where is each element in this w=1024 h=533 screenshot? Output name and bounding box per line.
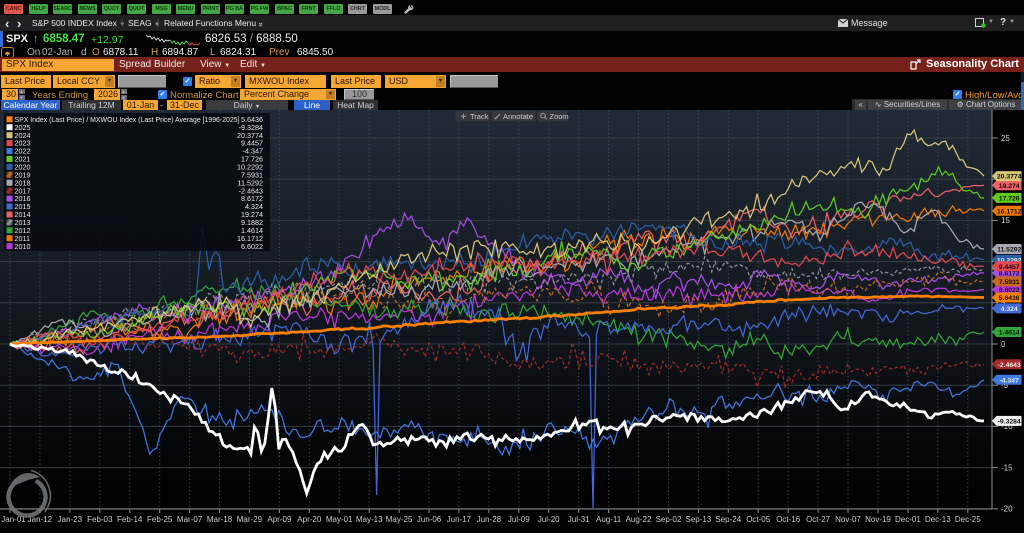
svg-text:Jun-06: Jun-06 [417, 515, 442, 524]
svg-text:Oct-05: Oct-05 [746, 515, 771, 524]
svg-text:Track: Track [470, 112, 489, 121]
svg-text:20.3774: 20.3774 [997, 174, 1022, 181]
svg-text:SPX Index (Last Price) / MXWOU: SPX Index (Last Price) / MXWOU Index (La… [15, 115, 240, 124]
svg-text:Jul-20: Jul-20 [538, 515, 560, 524]
svg-text:Zoom: Zoom [550, 112, 569, 121]
svg-text:Dec-25: Dec-25 [955, 515, 981, 524]
svg-text:-20: -20 [1001, 505, 1013, 514]
svg-text:6.6022: 6.6022 [241, 242, 263, 251]
svg-text:Dec-13: Dec-13 [925, 515, 951, 524]
svg-text:2010: 2010 [15, 242, 31, 251]
svg-text:Annotate: Annotate [503, 112, 533, 121]
svg-text:-4.347: -4.347 [1000, 377, 1019, 384]
svg-text:Sep-13: Sep-13 [686, 515, 712, 524]
svg-text:4.324: 4.324 [1001, 306, 1018, 313]
svg-text:17.726: 17.726 [999, 196, 1020, 203]
svg-text:15: 15 [1001, 216, 1010, 225]
svg-text:May-01: May-01 [326, 515, 353, 524]
svg-text:Jun-28: Jun-28 [477, 515, 502, 524]
svg-text:Jul-09: Jul-09 [508, 515, 530, 524]
svg-text:Jan-23: Jan-23 [58, 515, 83, 524]
svg-text:-15: -15 [1001, 463, 1013, 472]
svg-text:Aug-11: Aug-11 [596, 515, 622, 524]
svg-text:Nov-07: Nov-07 [835, 515, 861, 524]
svg-text:Mar-18: Mar-18 [207, 515, 233, 524]
svg-text:1.4614: 1.4614 [999, 330, 1020, 337]
svg-text:7.5931: 7.5931 [999, 279, 1020, 286]
svg-text:Feb-03: Feb-03 [87, 515, 113, 524]
svg-text:25: 25 [1001, 134, 1010, 143]
svg-text:19.274: 19.274 [999, 183, 1020, 190]
svg-text:Dec-01: Dec-01 [895, 515, 921, 524]
svg-text:Mar-07: Mar-07 [177, 515, 203, 524]
svg-text:11.5292: 11.5292 [997, 247, 1021, 254]
svg-text:0: 0 [1001, 340, 1006, 349]
svg-text:-2.4643: -2.4643 [998, 362, 1021, 369]
svg-text:Sep-02: Sep-02 [656, 515, 682, 524]
svg-text:Apr-09: Apr-09 [267, 515, 292, 524]
svg-text:Apr-20: Apr-20 [297, 515, 322, 524]
svg-text:Jul-31: Jul-31 [568, 515, 590, 524]
svg-text:Feb-14: Feb-14 [117, 515, 143, 524]
svg-text:16.1712: 16.1712 [997, 208, 1022, 215]
svg-text:Feb-25: Feb-25 [147, 515, 173, 524]
svg-text:Oct-16: Oct-16 [776, 515, 801, 524]
svg-text:5.6436: 5.6436 [999, 295, 1020, 302]
svg-text:Oct-27: Oct-27 [806, 515, 831, 524]
svg-text:Mar-29: Mar-29 [237, 515, 263, 524]
svg-text:Jun-17: Jun-17 [447, 515, 472, 524]
svg-text:9.4457: 9.4457 [999, 264, 1020, 271]
svg-text:Aug-22: Aug-22 [626, 515, 652, 524]
svg-text:-9.3284: -9.3284 [998, 419, 1021, 426]
svg-text:May-13: May-13 [356, 515, 383, 524]
svg-text:May-25: May-25 [386, 515, 413, 524]
svg-text:Sep-24: Sep-24 [715, 515, 741, 524]
svg-text:Nov-19: Nov-19 [865, 515, 891, 524]
